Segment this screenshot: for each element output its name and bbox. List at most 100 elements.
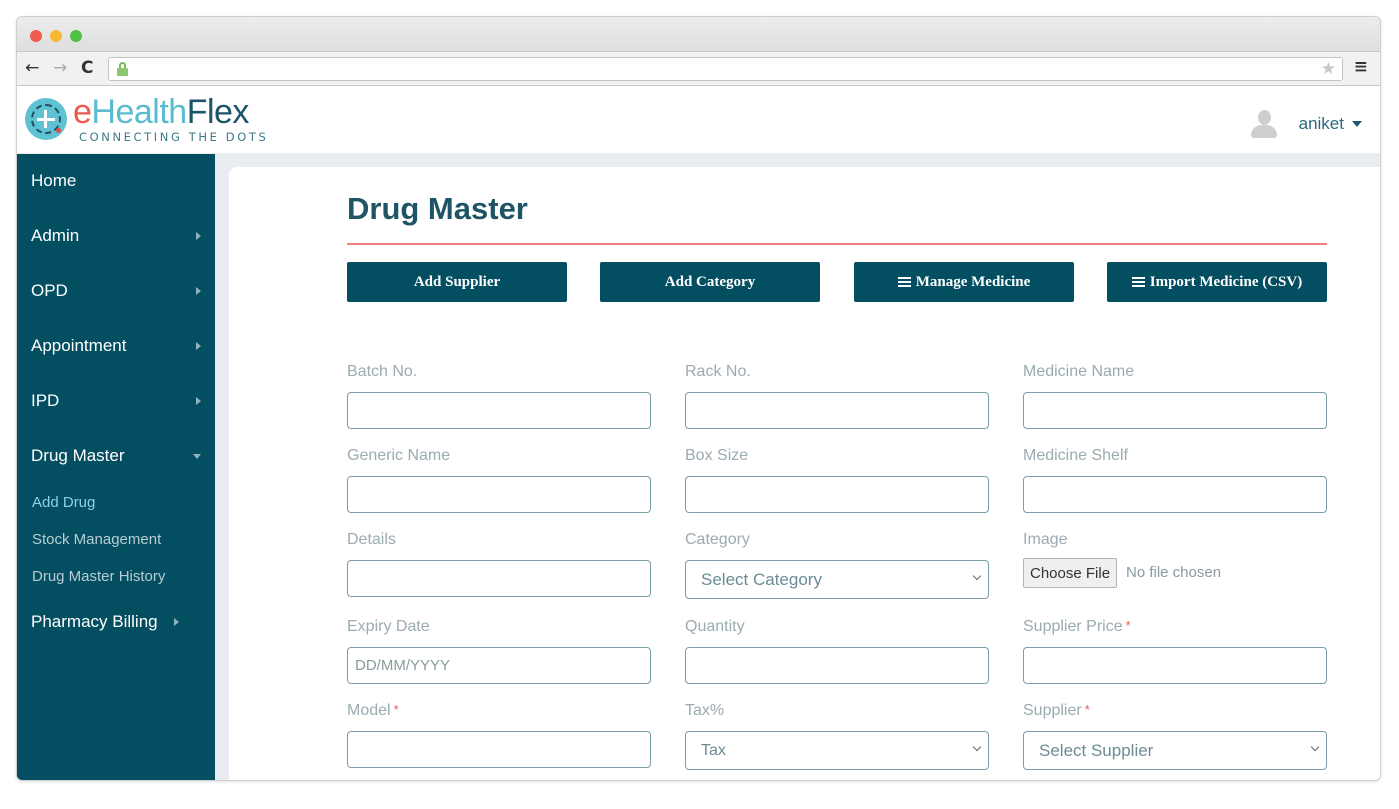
supplier-label: Supplier * xyxy=(1023,702,1090,720)
expiry-date-input[interactable]: DD/MM/YYYY xyxy=(347,647,651,684)
medicine-name-label: Medicine Name xyxy=(1023,363,1135,380)
sidebar-item-label: OPD xyxy=(31,281,68,300)
sidebar-subitem-drug-master-history[interactable]: Drug Master History xyxy=(32,568,165,585)
address-bar[interactable]: ★ xyxy=(108,57,1343,81)
button-label: Import Medicine (CSV) xyxy=(1149,273,1303,290)
medicine-shelf-label: Medicine Shelf xyxy=(1023,447,1128,464)
rack-no-label: Rack No. xyxy=(685,363,751,380)
medicine-shelf-input[interactable] xyxy=(1023,476,1327,513)
sidebar-item-label: Admin xyxy=(31,226,80,245)
sidebar-subitem-add-drug[interactable]: Add Drug xyxy=(32,494,95,511)
browser-toolbar: ← → C ★ ≡ xyxy=(17,52,1380,86)
sidebar-subitem-stock-management[interactable]: Stock Management xyxy=(32,531,161,548)
box-size-label: Box Size xyxy=(685,447,749,464)
required-marker: * xyxy=(1125,618,1131,633)
username[interactable]: aniket xyxy=(1299,114,1344,134)
manage-medicine-button[interactable]: Manage Medicine xyxy=(854,262,1074,302)
caret-down-icon[interactable] xyxy=(1352,121,1362,127)
bookmark-star-icon[interactable]: ★ xyxy=(1321,59,1336,79)
app-body: Home Admin OPD Appointment IPD Drug Mast… xyxy=(17,154,1380,780)
sidebar-item-label: Pharmacy Billing xyxy=(31,612,158,631)
lock-icon xyxy=(117,62,128,76)
main-content: Drug Master Add Supplier Add Category Ma… xyxy=(229,167,1380,780)
logo-icon xyxy=(25,98,67,140)
avatar xyxy=(1250,110,1277,138)
required-marker: * xyxy=(1084,702,1090,717)
sidebar-item-appointment[interactable]: Appointment xyxy=(31,336,201,356)
details-label: Details xyxy=(347,531,396,548)
quantity-input[interactable] xyxy=(685,647,989,684)
browser-menu-icon[interactable]: ≡ xyxy=(1354,57,1368,77)
batch-no-input[interactable] xyxy=(347,392,651,429)
page-title: Drug Master xyxy=(347,191,528,226)
close-window-button[interactable] xyxy=(30,30,42,42)
tax-select[interactable]: Tax xyxy=(685,731,989,770)
sidebar: Home Admin OPD Appointment IPD Drug Mast… xyxy=(17,154,215,780)
logo-part-e: e xyxy=(73,93,92,131)
sidebar-item-opd[interactable]: OPD xyxy=(31,281,201,301)
supplier-price-label: Supplier Price * xyxy=(1023,618,1131,636)
supplier-label-text: Supplier xyxy=(1023,702,1082,719)
sidebar-item-ipd[interactable]: IPD xyxy=(31,391,201,411)
category-select[interactable]: Select Category xyxy=(685,560,989,599)
title-divider xyxy=(347,243,1327,245)
medicine-name-input[interactable] xyxy=(1023,392,1327,429)
add-category-button[interactable]: Add Category xyxy=(600,262,820,302)
caret-right-icon xyxy=(196,397,201,405)
sidebar-item-home[interactable]: Home xyxy=(31,171,201,191)
generic-name-input[interactable] xyxy=(347,476,651,513)
model-label-text: Model xyxy=(347,702,391,719)
sidebar-item-pharmacy-billing[interactable]: Pharmacy Billing xyxy=(31,612,201,632)
model-label: Model * xyxy=(347,702,399,720)
tax-selected-value: Tax xyxy=(701,741,726,759)
tax-label: Tax% xyxy=(685,702,725,719)
sidebar-item-label: Drug Master xyxy=(31,446,125,465)
logo-part-health: Health xyxy=(91,93,187,131)
reload-icon[interactable]: C xyxy=(81,58,93,78)
add-supplier-button[interactable]: Add Supplier xyxy=(347,262,567,302)
button-label: Add Supplier xyxy=(413,273,501,290)
required-marker: * xyxy=(393,702,399,717)
quantity-label: Quantity xyxy=(685,618,745,635)
supplier-price-label-text: Supplier Price xyxy=(1023,618,1123,635)
sidebar-item-drug-master[interactable]: Drug Master xyxy=(31,446,201,466)
forward-icon[interactable]: → xyxy=(53,58,67,78)
sidebar-item-label: Appointment xyxy=(31,336,127,355)
app-header: eHealthFlex CONNECTING THE DOTS aniket xyxy=(17,86,1380,154)
caret-right-icon xyxy=(196,342,201,350)
minimize-window-button[interactable] xyxy=(50,30,62,42)
expiry-date-placeholder: DD/MM/YYYY xyxy=(355,657,451,674)
box-size-input[interactable] xyxy=(685,476,989,513)
list-icon xyxy=(897,275,911,289)
import-medicine-csv-button[interactable]: Import Medicine (CSV) xyxy=(1107,262,1327,302)
caret-right-icon xyxy=(196,287,201,295)
sidebar-item-label: IPD xyxy=(31,391,60,410)
choose-file-button[interactable]: Choose File xyxy=(1023,558,1118,588)
logo-wordmark[interactable]: eHealthFlex xyxy=(73,92,249,132)
back-icon[interactable]: ← xyxy=(25,58,39,78)
rack-no-input[interactable] xyxy=(685,392,989,429)
expiry-date-label: Expiry Date xyxy=(347,618,430,635)
category-label: Category xyxy=(685,531,750,548)
sidebar-item-label: Home xyxy=(31,171,77,190)
list-icon xyxy=(1131,275,1145,289)
category-selected-value: Select Category xyxy=(701,569,822,589)
maximize-window-button[interactable] xyxy=(70,30,82,42)
supplier-select[interactable]: Select Supplier xyxy=(1023,731,1327,770)
browser-window: ← → C ★ ≡ eHealthFlex CONNECTING THE DOT… xyxy=(16,16,1381,781)
supplier-selected-value: Select Supplier xyxy=(1039,740,1154,760)
caret-right-icon xyxy=(196,232,201,240)
button-label: Manage Medicine xyxy=(915,273,1031,290)
batch-no-label: Batch No. xyxy=(347,363,418,380)
sidebar-item-admin[interactable]: Admin xyxy=(31,226,201,246)
image-label: Image xyxy=(1023,531,1068,548)
chevron-down-icon xyxy=(972,571,982,581)
supplier-price-input[interactable] xyxy=(1023,647,1327,684)
title-bar xyxy=(17,17,1380,52)
file-status-text: No file chosen xyxy=(1126,564,1222,581)
user-menu[interactable]: aniket xyxy=(1250,110,1362,138)
details-input[interactable] xyxy=(347,560,651,597)
caret-down-icon xyxy=(193,454,201,459)
model-input[interactable] xyxy=(347,731,651,768)
generic-name-label: Generic Name xyxy=(347,447,451,464)
